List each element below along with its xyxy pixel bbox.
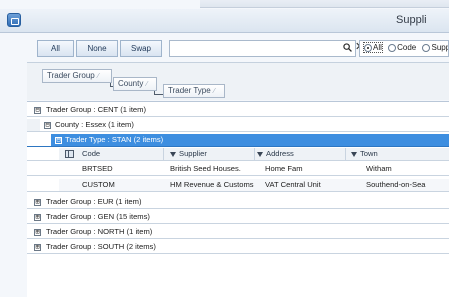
search-filter-options: All Code Supplier (359, 40, 449, 57)
expand-toggle[interactable]: ⊞ (34, 214, 41, 221)
column-chooser-icon[interactable] (65, 150, 74, 158)
collapse-toggle[interactable]: ⊟ (44, 122, 51, 129)
window-title: Suppli (396, 14, 427, 26)
group-chip-trader-group[interactable]: Trader Group ⁄ (42, 69, 112, 83)
column-header-town[interactable]: Town (351, 148, 378, 160)
cell-code: BRTSED (82, 164, 113, 173)
indent-band (27, 119, 40, 131)
expand-toggle[interactable]: ⊞ (34, 229, 41, 236)
select-none-button[interactable]: None (76, 40, 118, 57)
group-label: Trader Group : NORTH (1 item) (46, 227, 153, 236)
group-chip-trader-type[interactable]: Trader Type ⁄ (163, 84, 225, 98)
collapse-toggle[interactable]: ⊟ (34, 107, 41, 114)
filter-icon[interactable] (170, 151, 176, 157)
window-frame: Suppli All None Swap ✕ All Code Supplier… (0, 0, 449, 297)
column-separator[interactable] (163, 148, 164, 160)
group-chip-county[interactable]: County ⁄ (113, 77, 157, 91)
cell-address: VAT Central Unit (265, 180, 321, 189)
column-header-code[interactable]: Code (82, 148, 100, 160)
title-bar: Suppli (0, 9, 449, 33)
group-label: Trader Group : GEN (15 items) (46, 212, 150, 221)
indent-band (27, 134, 51, 146)
swap-selection-button[interactable]: Swap (120, 40, 162, 57)
group-row-gen[interactable]: ⊞ Trader Group : GEN (15 items) (27, 211, 449, 224)
cell-address: Home Fam (265, 164, 303, 173)
collapse-toggle[interactable]: ⊟ (55, 137, 62, 144)
group-label: Trader Type : STAN (2 items) (65, 135, 164, 144)
cell-code: CUSTOM (82, 180, 115, 189)
cell-town: Southend-on-Sea (366, 180, 426, 189)
column-separator[interactable] (254, 148, 255, 160)
group-row-county-essex[interactable]: ⊟ County : Essex (1 item) (27, 119, 449, 132)
app-icon[interactable] (7, 13, 21, 27)
filter-supplier-radio[interactable]: Supplier (422, 43, 448, 52)
table-row[interactable]: BRTSED British Seed Houses. Home Fam Wit… (27, 163, 449, 176)
group-label: Trader Group : SOUTH (2 items) (46, 242, 156, 251)
indent-band (27, 163, 59, 175)
group-row-trader-type-stan[interactable]: ⊟ Trader Type : STAN (2 items) (27, 134, 449, 147)
window-top-strip (200, 0, 449, 8)
filter-icon[interactable] (257, 151, 263, 157)
expand-toggle[interactable]: ⊞ (34, 244, 41, 251)
column-header-supplier[interactable]: Supplier (170, 148, 207, 160)
toolbar: All None Swap ✕ All Code Supplier (27, 37, 449, 61)
group-row-south[interactable]: ⊞ Trader Group : SOUTH (2 items) (27, 241, 449, 254)
group-row-eur[interactable]: ⊞ Trader Group : EUR (1 item) (27, 196, 449, 209)
column-header-row: Code Supplier Address Town (27, 148, 449, 161)
column-header-address[interactable]: Address (257, 148, 294, 160)
filter-all-radio[interactable]: All (363, 41, 383, 54)
indent-band (27, 179, 59, 191)
supplier-grid: ⊟ Trader Group : CENT (1 item) ⊟ County … (27, 101, 449, 297)
cell-town: Witham (366, 164, 392, 173)
group-row-north[interactable]: ⊞ Trader Group : NORTH (1 item) (27, 226, 449, 239)
group-by-panel: Trader Group ⁄ County ⁄ Trader Type ⁄ (27, 62, 449, 100)
indent-band (27, 148, 59, 160)
group-row-cent[interactable]: ⊟ Trader Group : CENT (1 item) (27, 104, 449, 117)
cell-supplier: British Seed Houses. (170, 164, 241, 173)
column-separator[interactable] (345, 148, 346, 160)
group-label: County : Essex (1 item) (55, 120, 134, 129)
expand-toggle[interactable]: ⊞ (34, 199, 41, 206)
filter-code-radio[interactable]: Code (388, 43, 416, 52)
cell-supplier: HM Revenue & Customs (170, 180, 254, 189)
select-all-button[interactable]: All (37, 40, 74, 57)
group-label: Trader Group : EUR (1 item) (46, 197, 142, 206)
table-row[interactable]: CUSTOM HM Revenue & Customs VAT Central … (27, 179, 449, 192)
group-label: Trader Group : CENT (1 item) (46, 105, 147, 114)
filter-icon[interactable] (351, 151, 357, 157)
search-icon[interactable] (343, 43, 352, 52)
search-input[interactable] (169, 40, 356, 57)
